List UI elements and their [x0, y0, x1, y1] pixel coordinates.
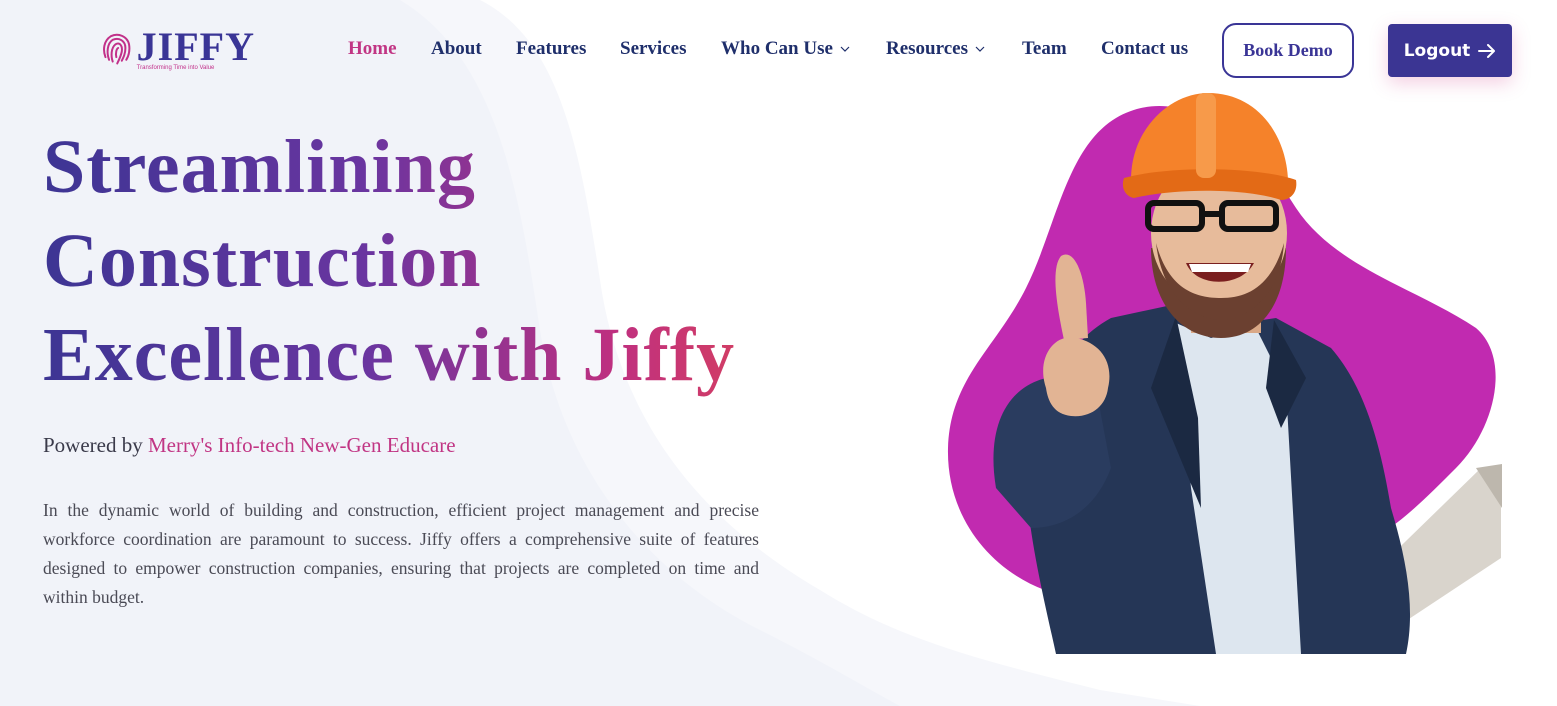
- book-demo-button[interactable]: Book Demo: [1222, 23, 1354, 78]
- hero-illustration: [947, 93, 1502, 654]
- nav-home-label: Home: [348, 38, 397, 59]
- fingerprint-icon: [103, 33, 131, 65]
- nav-resources-label: Resources: [886, 38, 968, 59]
- book-demo-label: Book Demo: [1243, 40, 1333, 60]
- logo[interactable]: JIFFY Transforming Time into Value: [100, 24, 255, 76]
- nav-who-can-use-label: Who Can Use: [721, 38, 833, 59]
- hero-title-line-1: Streamlining: [43, 120, 863, 214]
- nav-features[interactable]: Features: [516, 38, 586, 60]
- logout-label: Logout: [1403, 40, 1471, 61]
- nav-services-label: Services: [620, 38, 687, 59]
- logo-tagline: Transforming Time into Value: [136, 65, 215, 71]
- nav-who-can-use[interactable]: Who Can Use: [721, 38, 851, 60]
- nav-resources[interactable]: Resources: [886, 38, 986, 60]
- nav-team[interactable]: Team: [1022, 38, 1067, 60]
- hero-title-line-3: Excellence with Jiffy: [43, 308, 863, 402]
- hero-title-line-2: Construction: [43, 214, 863, 308]
- nav-home[interactable]: Home: [348, 38, 397, 60]
- nav-features-label: Features: [516, 38, 587, 59]
- logout-button[interactable]: Logout: [1388, 24, 1512, 77]
- nav-contact-us[interactable]: Contact us: [1101, 38, 1188, 60]
- hero-description: In the dynamic world of building and con…: [43, 500, 759, 607]
- nav-services[interactable]: Services: [620, 38, 686, 60]
- hero-title: Streamlining Construction Excellence wit…: [43, 120, 863, 402]
- site-header: JIFFY Transforming Time into Value Home …: [0, 0, 1557, 100]
- powered-by-link[interactable]: Merry's Info-tech New-Gen Educare: [148, 433, 456, 457]
- chevron-down-icon: [840, 46, 850, 52]
- nav-about-label: About: [431, 38, 482, 59]
- nav-about[interactable]: About: [431, 38, 482, 60]
- arrow-right-icon: [1478, 43, 1496, 58]
- powered-by-prefix: Powered by: [43, 433, 148, 457]
- chevron-down-icon: [975, 46, 985, 52]
- nav-team-label: Team: [1022, 38, 1067, 59]
- powered-by: Powered by Merry's Info-tech New-Gen Edu…: [43, 433, 456, 458]
- logo-name: JIFFY: [136, 24, 255, 69]
- nav-contact-us-label: Contact us: [1101, 38, 1189, 59]
